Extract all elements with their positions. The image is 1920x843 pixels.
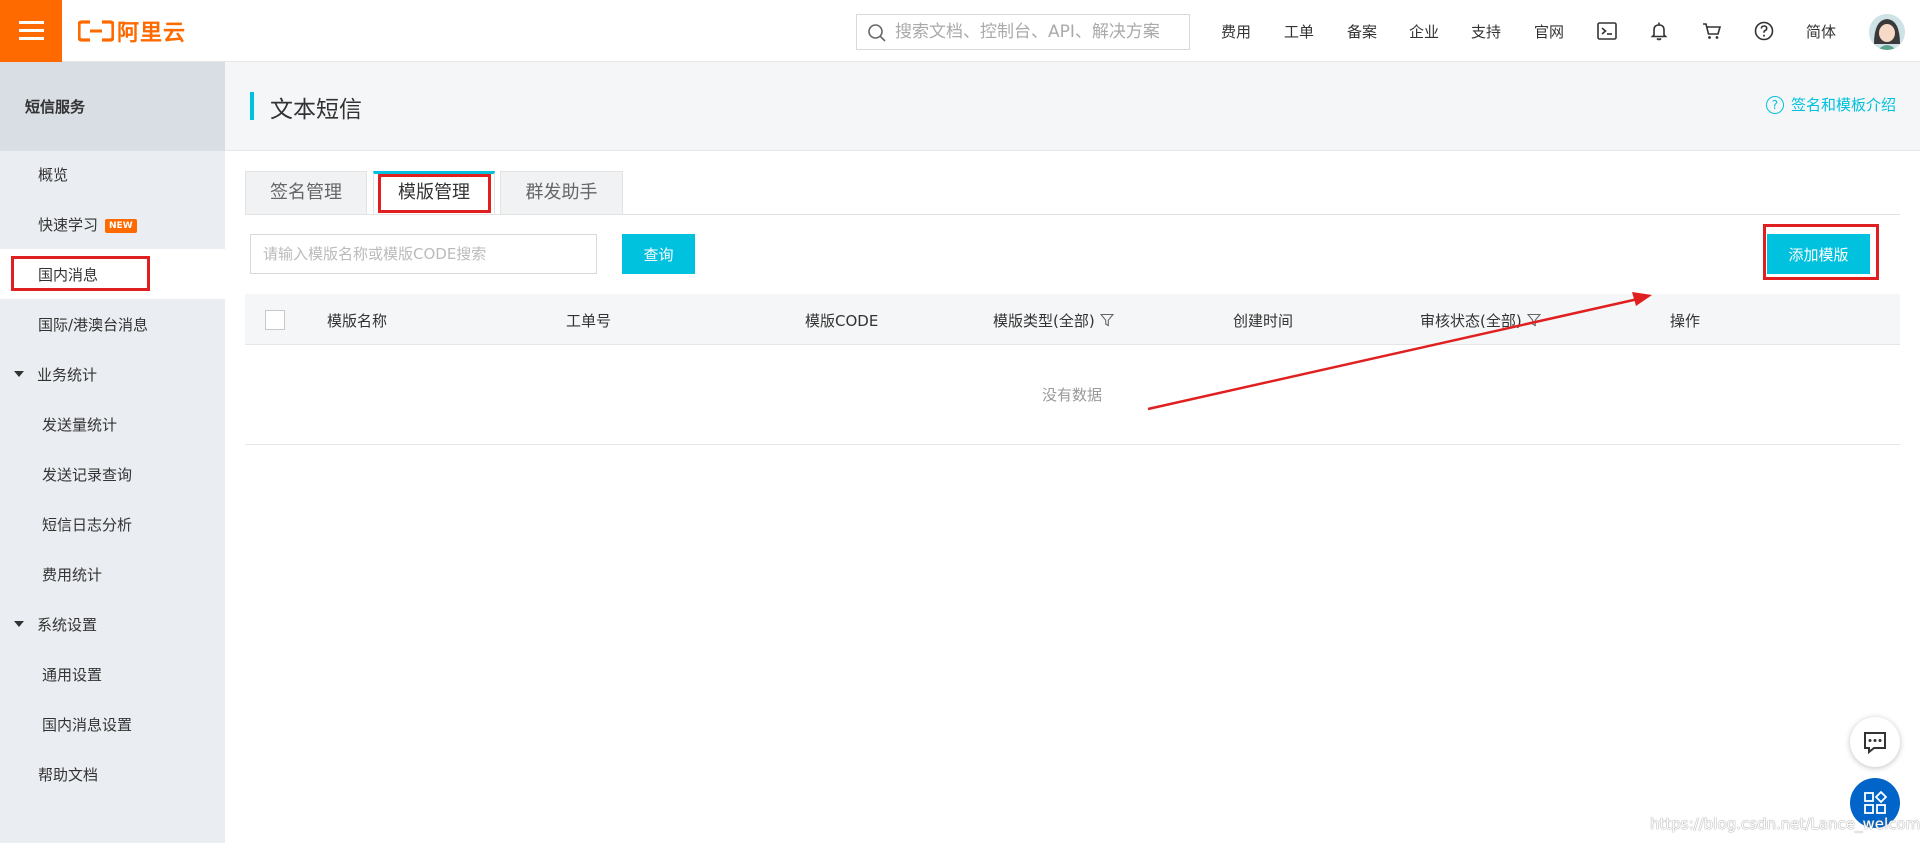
sidebar-item-sms-log-analysis[interactable]: 短信日志分析	[0, 499, 225, 549]
column-template-name[interactable]: 模版名称	[327, 310, 387, 331]
add-template-button[interactable]: 添加模版	[1767, 234, 1870, 274]
language-switch[interactable]: 简体	[1806, 21, 1836, 42]
sidebar-item-label: 发送量统计	[42, 416, 118, 434]
avatar-icon	[1869, 14, 1905, 50]
sidebar-item-cost-stats[interactable]: 费用统计	[0, 549, 225, 599]
nav-link-icp[interactable]: 备案	[1347, 21, 1377, 42]
filter-icon[interactable]	[1526, 313, 1541, 327]
global-search[interactable]	[856, 14, 1190, 50]
tabs-divider	[245, 214, 1900, 215]
chat-icon	[1864, 732, 1886, 755]
terminal-icon[interactable]	[1596, 20, 1618, 42]
template-search-input[interactable]	[250, 234, 597, 274]
sidebar-title: 短信服务	[0, 62, 225, 151]
query-button[interactable]: 查询	[622, 234, 695, 274]
aliyun-logo-icon	[78, 20, 114, 42]
watermark: https://blog.csdn.net/Lance_welcome	[1650, 815, 1920, 833]
sidebar-item-help-docs[interactable]: 帮助文档	[0, 749, 225, 799]
sidebar-item-label: 费用统计	[42, 566, 103, 584]
signature-template-intro-link[interactable]: ? 签名和模板介绍	[1765, 94, 1896, 115]
sidebar-item-domestic-settings[interactable]: 国内消息设置	[0, 699, 225, 749]
nav-link-enterprise[interactable]: 企业	[1409, 21, 1439, 42]
bell-icon[interactable]	[1648, 20, 1670, 42]
sidebar-item-label: 系统设置	[37, 616, 98, 634]
help-icon[interactable]	[1753, 20, 1775, 42]
search-icon	[868, 24, 886, 42]
sidebar-item-overview[interactable]: 概览	[0, 149, 225, 199]
sidebar-item-label: 短信日志分析	[42, 516, 133, 534]
caret-down-icon	[14, 621, 24, 627]
nav-link-fees[interactable]: 费用	[1221, 21, 1251, 42]
menu-button[interactable]	[0, 0, 62, 62]
caret-down-icon	[14, 371, 24, 377]
column-review-status[interactable]: 审核状态(全部)	[1420, 310, 1541, 331]
top-navbar: 阿里云 费用 工单 备案 企业 支持 官网 简体	[0, 0, 1920, 62]
help-link-label: 签名和模板介绍	[1790, 96, 1896, 114]
tab-template-management[interactable]: 模版管理	[373, 171, 495, 215]
aliyun-logo[interactable]: 阿里云	[78, 18, 187, 46]
sidebar-item-label: 业务统计	[37, 366, 98, 384]
logo-text: 阿里云	[117, 21, 187, 46]
nav-link-tickets[interactable]: 工单	[1284, 21, 1314, 42]
column-label: 审核状态(全部)	[1420, 312, 1522, 330]
page-title: 文本短信	[270, 97, 362, 123]
column-label: 模版类型(全部)	[993, 312, 1095, 330]
sidebar-item-label: 帮助文档	[38, 766, 99, 784]
new-badge: NEW	[105, 219, 137, 233]
select-all-checkbox[interactable]	[265, 310, 285, 330]
user-avatar[interactable]	[1869, 14, 1905, 50]
title-accent-bar	[250, 92, 254, 120]
column-actions: 操作	[1670, 312, 1701, 330]
column-template-type[interactable]: 模版类型(全部)	[993, 310, 1114, 331]
table-empty-row: 没有数据	[245, 346, 1900, 445]
sidebar-item-label: 国际/港澳台消息	[38, 316, 149, 334]
search-input[interactable]	[895, 19, 1185, 45]
sidebar-item-general-settings[interactable]: 通用设置	[0, 649, 225, 699]
empty-state-text: 没有数据	[1042, 386, 1103, 404]
sidebar-item-label: 国内消息	[38, 266, 99, 284]
column-created-time[interactable]: 创建时间	[1233, 310, 1293, 331]
sidebar-item-domestic-messages[interactable]: 国内消息	[0, 249, 225, 299]
nav-link-official-site[interactable]: 官网	[1534, 21, 1564, 42]
tab-signature-management[interactable]: 签名管理	[245, 171, 367, 215]
question-circle-icon: ?	[1765, 95, 1784, 114]
cart-icon[interactable]	[1701, 20, 1723, 42]
column-template-code[interactable]: 模版CODE	[805, 310, 878, 331]
filter-icon[interactable]	[1099, 313, 1114, 327]
sidebar-group-business-stats[interactable]: 业务统计	[0, 349, 225, 399]
sidebar-item-label: 快速学习	[38, 216, 99, 234]
table-header: 模版名称 工单号 模版CODE 模版类型(全部) 创建时间 审核状态(全部) 操…	[245, 294, 1900, 345]
sidebar-item-quick-learn[interactable]: 快速学习 NEW	[0, 199, 225, 249]
sidebar-item-label: 通用设置	[42, 666, 103, 684]
sidebar-item-send-volume[interactable]: 发送量统计	[0, 399, 225, 449]
sidebar-item-send-records[interactable]: 发送记录查询	[0, 449, 225, 499]
tab-bulk-send-assistant[interactable]: 群发助手	[500, 171, 623, 215]
sidebar-item-label: 概览	[38, 166, 69, 184]
nav-link-support[interactable]: 支持	[1471, 21, 1501, 42]
chat-button[interactable]	[1850, 717, 1900, 767]
sidebar-item-international-messages[interactable]: 国际/港澳台消息	[0, 299, 225, 349]
sidebar-item-label: 国内消息设置	[42, 716, 133, 734]
sidebar-item-label: 发送记录查询	[42, 466, 133, 484]
page-header: 文本短信 ? 签名和模板介绍	[225, 62, 1920, 151]
sidebar-group-system-settings[interactable]: 系统设置	[0, 599, 225, 649]
column-ticket-number[interactable]: 工单号	[566, 310, 611, 331]
